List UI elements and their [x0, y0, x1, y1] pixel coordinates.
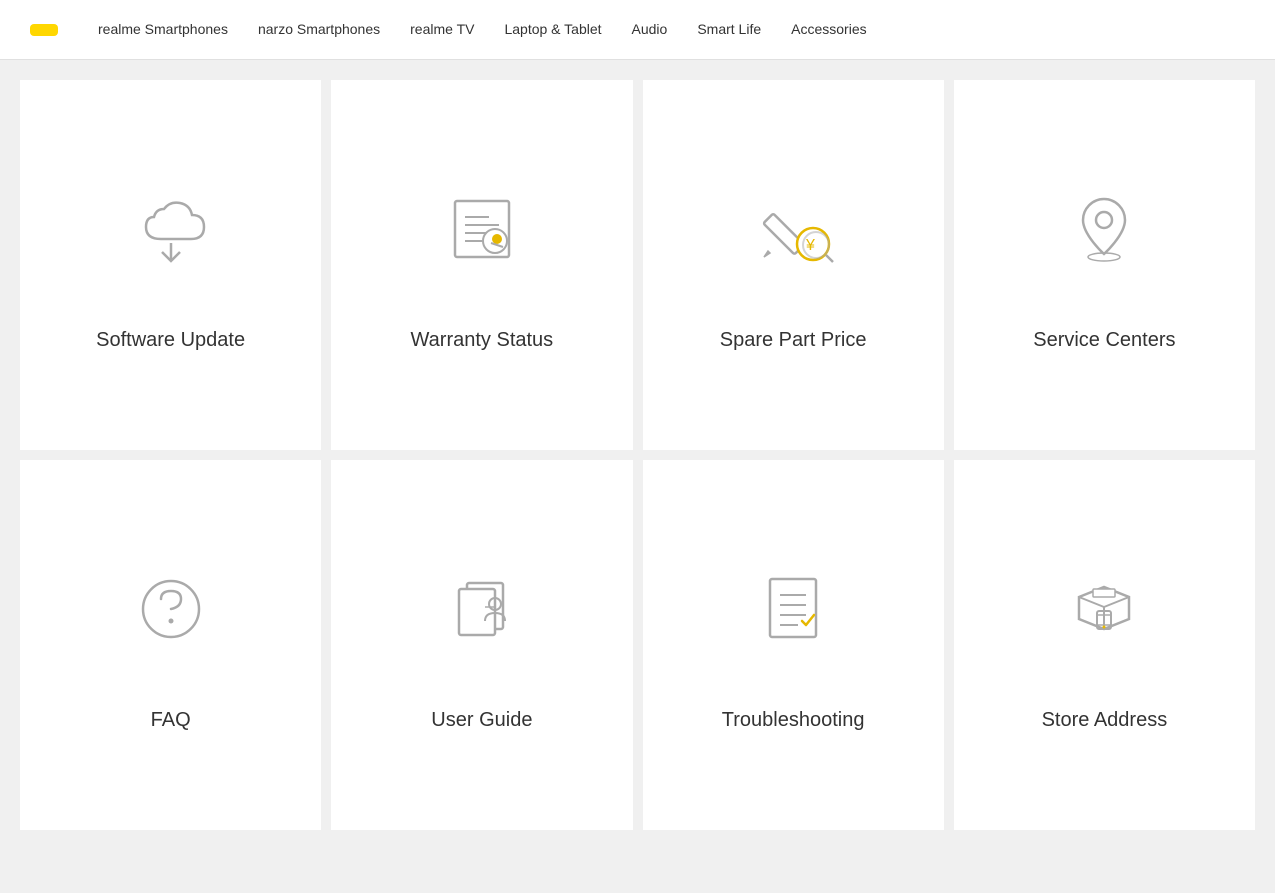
nav-realme-tv[interactable]: realme TV — [410, 21, 474, 39]
service-grid: Software Update Warranty Status ¥ — [0, 60, 1275, 850]
location-icon — [1054, 179, 1154, 279]
main-nav: realme Smartphones narzo Smartphones realm… — [98, 21, 867, 39]
card-troubleshooting[interactable]: Troubleshooting — [643, 460, 944, 830]
card-label-warranty-status: Warranty Status — [411, 329, 554, 352]
card-faq[interactable]: FAQ — [20, 460, 321, 830]
card-label-spare-part-price: Spare Part Price — [720, 329, 867, 352]
troubleshooting-icon — [743, 559, 843, 659]
card-software-update[interactable]: Software Update — [20, 80, 321, 450]
card-label-software-update: Software Update — [96, 329, 245, 352]
spare-part-icon: ¥ — [743, 179, 843, 279]
nav-realme-smartphones[interactable]: realme Smartphones — [98, 21, 228, 39]
card-label-troubleshooting: Troubleshooting — [722, 709, 865, 732]
user-guide-icon — [432, 559, 532, 659]
card-service-centers[interactable]: Service Centers — [954, 80, 1255, 450]
card-label-store-address: Store Address — [1042, 709, 1168, 732]
nav-accessories[interactable]: Accessories — [791, 21, 866, 39]
svg-text:¥: ¥ — [805, 237, 815, 254]
card-store-address[interactable]: Store Address — [954, 460, 1255, 830]
nav-smart-life[interactable]: Smart Life — [697, 21, 761, 39]
card-spare-part-price[interactable]: ¥ Spare Part Price — [643, 80, 944, 450]
card-warranty-status[interactable]: Warranty Status — [331, 80, 632, 450]
question-icon — [121, 559, 221, 659]
warranty-icon — [432, 179, 532, 279]
logo[interactable] — [30, 24, 58, 36]
cloud-download-icon — [121, 179, 221, 279]
store-icon — [1054, 559, 1154, 659]
header: realme Smartphones narzo Smartphones realm… — [0, 0, 1275, 60]
nav-audio[interactable]: Audio — [632, 21, 668, 39]
card-label-faq: FAQ — [151, 709, 191, 732]
card-user-guide[interactable]: User Guide — [331, 460, 632, 830]
card-label-user-guide: User Guide — [431, 709, 532, 732]
card-label-service-centers: Service Centers — [1033, 329, 1175, 352]
nav-laptop-tablet[interactable]: Laptop & Tablet — [504, 21, 601, 39]
nav-narzo-smartphones[interactable]: narzo Smartphones — [258, 21, 380, 39]
